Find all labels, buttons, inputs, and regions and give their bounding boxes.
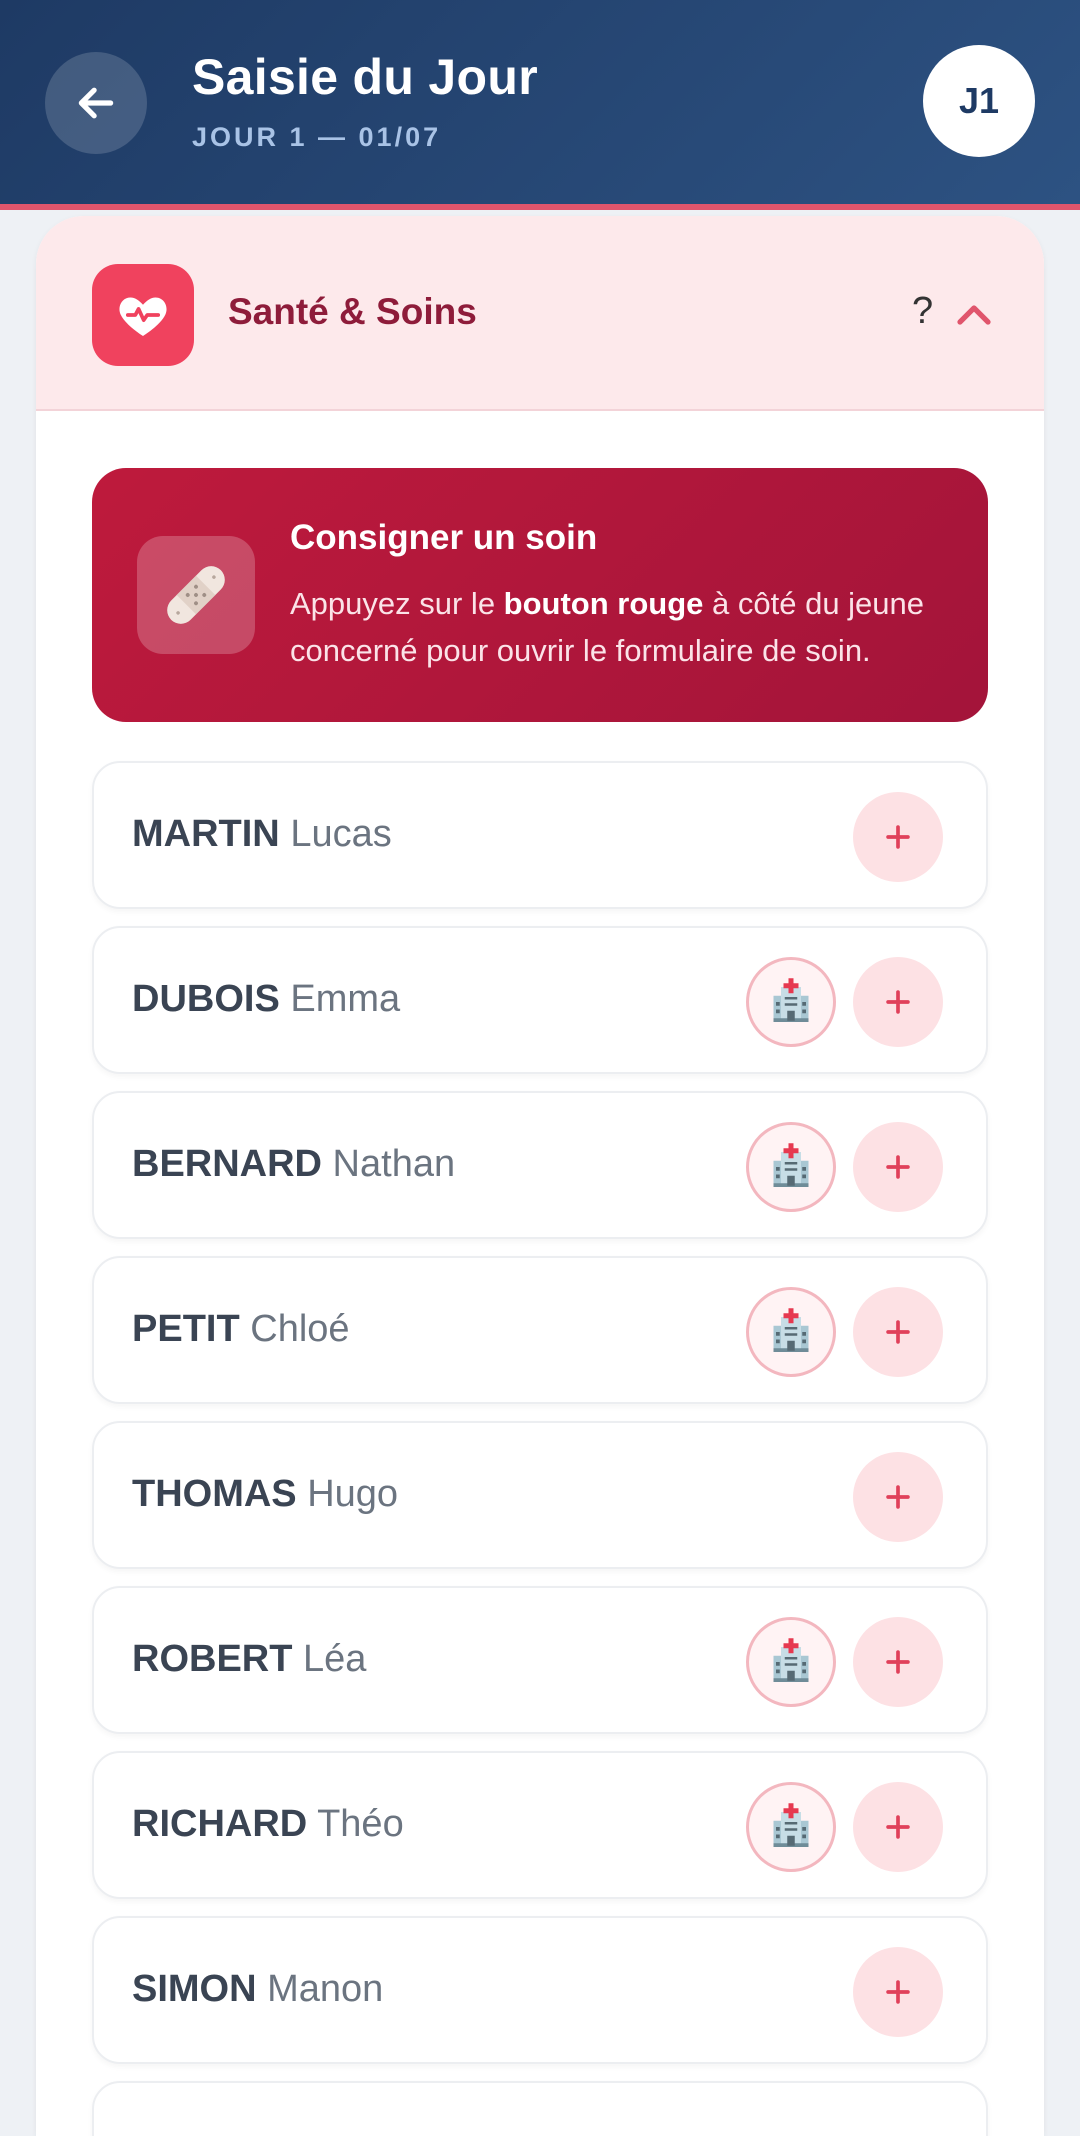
list-item: ROBERT Léa [92, 1586, 988, 1734]
add-care-button[interactable] [853, 1452, 943, 1542]
youth-name: RICHARD Théo [132, 1803, 404, 1846]
youth-name: SIMON Manon [132, 1968, 383, 2011]
list-item: THOMAS Hugo [92, 1421, 988, 1569]
first-name: Manon [256, 1968, 384, 2010]
hospital-icon [773, 978, 809, 1022]
plus-icon [886, 1980, 910, 2004]
help-button[interactable]: ? [912, 290, 933, 333]
list-item: PETIT Chloé [92, 1256, 988, 1404]
app-header: Saisie du Jour JOUR 1 — 01/07 J1 [0, 0, 1080, 210]
hospital-icon [773, 1308, 809, 1352]
section-title: Santé & Soins [228, 291, 477, 332]
list-item: DUBOIS Emma [92, 926, 988, 1074]
chevron-up-icon[interactable] [953, 294, 995, 336]
arrow-left-icon [78, 87, 114, 119]
youth-name: ROBERT Léa [132, 1638, 366, 1681]
list-item: BERNARD Nathan [92, 1091, 988, 1239]
youth-name: PETIT Chloé [132, 1308, 350, 1351]
first-name: Hugo [296, 1473, 399, 1515]
first-name: Nathan [322, 1143, 456, 1185]
page-title: Saisie du Jour [192, 49, 538, 105]
add-care-button[interactable] [853, 1947, 943, 2037]
last-name: THOMAS [132, 1473, 297, 1515]
add-care-button[interactable] [853, 1122, 943, 1212]
hospital-icon [773, 1143, 809, 1187]
plus-icon [886, 990, 910, 1014]
youth-name: MARTIN Lucas [132, 813, 392, 856]
info-text: Appuyez sur le bouton rouge à côté du je… [290, 580, 970, 674]
plus-icon [886, 1155, 910, 1179]
last-name: PETIT [132, 1308, 240, 1350]
back-button[interactable] [45, 52, 147, 154]
hospital-button[interactable] [746, 957, 836, 1047]
hospital-icon [773, 1638, 809, 1682]
first-name: Chloé [239, 1308, 350, 1350]
info-title: Consigner un soin [290, 518, 598, 557]
youth-name: DUBOIS Emma [132, 978, 400, 1021]
last-name: RICHARD [132, 1803, 308, 1845]
add-care-button[interactable] [853, 1287, 943, 1377]
page-subtitle: JOUR 1 — 01/07 [192, 122, 442, 152]
hospital-button[interactable] [746, 1782, 836, 1872]
last-name: SIMON [132, 1968, 257, 2010]
plus-icon [886, 1485, 910, 1509]
first-name: Emma [279, 978, 401, 1020]
heart-pulse-icon [92, 264, 194, 366]
hospital-button[interactable] [746, 1287, 836, 1377]
list-item [92, 2081, 988, 2136]
add-care-button[interactable] [853, 792, 943, 882]
last-name: ROBERT [132, 1638, 293, 1680]
last-name: BERNARD [132, 1143, 322, 1185]
section-header[interactable]: Santé & Soins ? [36, 216, 1044, 411]
plus-icon [886, 825, 910, 849]
add-care-button[interactable] [853, 957, 943, 1047]
info-text-start: Appuyez sur le [290, 586, 504, 621]
add-care-button[interactable] [853, 1782, 943, 1872]
day-badge[interactable]: J1 [923, 45, 1035, 157]
health-section-card: Santé & Soins ? Consigner un soin Appuye… [36, 216, 1044, 2136]
hospital-icon [773, 1803, 809, 1847]
hospital-button[interactable] [746, 1617, 836, 1707]
first-name: Lucas [279, 813, 392, 855]
first-name: Théo [307, 1803, 404, 1845]
first-name: Léa [292, 1638, 367, 1680]
youth-name: BERNARD Nathan [132, 1143, 455, 1186]
last-name: MARTIN [132, 813, 280, 855]
add-care-button[interactable] [853, 1617, 943, 1707]
hospital-button[interactable] [746, 1122, 836, 1212]
info-text-bold: bouton rouge [503, 586, 704, 621]
info-banner: Consigner un soin Appuyez sur le bouton … [92, 468, 988, 722]
bandage-icon [137, 536, 255, 654]
plus-icon [886, 1815, 910, 1839]
plus-icon [886, 1650, 910, 1674]
youth-name: THOMAS Hugo [132, 1473, 398, 1516]
list-item: RICHARD Théo [92, 1751, 988, 1899]
list-item: MARTIN Lucas [92, 761, 988, 909]
list-item: SIMON Manon [92, 1916, 988, 2064]
last-name: DUBOIS [132, 978, 280, 1020]
plus-icon [886, 1320, 910, 1344]
